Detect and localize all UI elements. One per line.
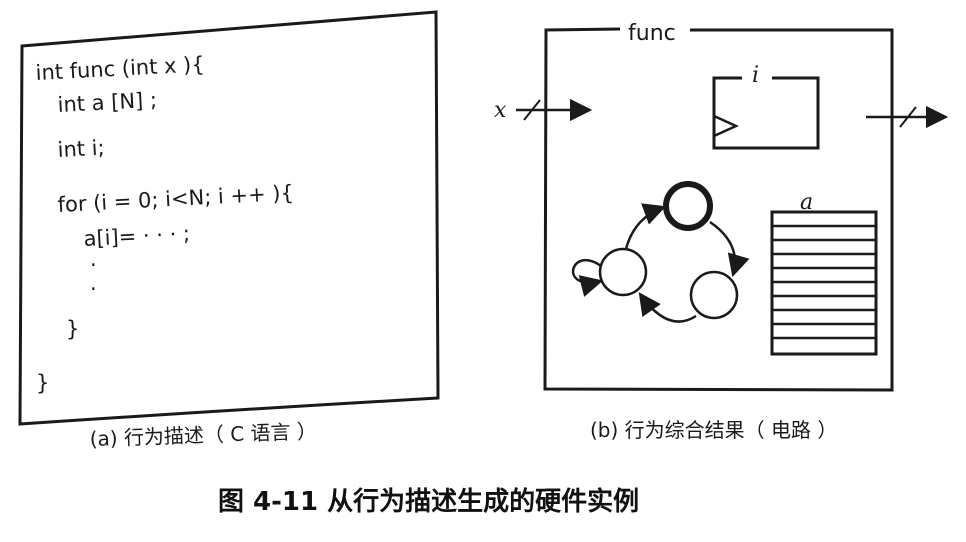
fsm-transition-2 [638, 292, 697, 323]
figure-caption: 图 4-11 从行为描述生成的硬件实例 [218, 486, 639, 517]
circuit-panel-caption: (b) 行为综合结果（ 电路 ） [590, 418, 837, 442]
code-line-3: int i; [57, 136, 105, 162]
module-name: func [628, 21, 676, 46]
register-i [712, 76, 820, 150]
fsm-state-initial [663, 181, 713, 231]
figure-canvas: int func (int x ){ int a [N] ; int i; fo… [18, 10, 949, 517]
fsm-transition-3 [624, 203, 667, 250]
fsm-self-loop [572, 258, 604, 297]
code-line-9: } [36, 371, 49, 395]
module-box [543, 27, 894, 392]
input-label: x [494, 98, 507, 123]
code-line-8: } [66, 317, 79, 341]
code-line-6: · [90, 253, 97, 277]
fsm-state-3 [598, 247, 648, 297]
fsm-state-2 [689, 270, 739, 320]
code-panel-caption: (a) 行为描述（ C 语言 ） [89, 419, 317, 451]
code-panel: int func (int x ){ int a [N] ; int i; fo… [18, 10, 440, 426]
memory-label: a [800, 190, 813, 215]
fsm-transition-1 [709, 220, 750, 278]
code-line-7: · [90, 277, 97, 301]
register-label: i [752, 63, 759, 88]
memory-rows [772, 224, 876, 340]
circuit-panel: func x i a [494, 21, 949, 392]
clock-triangle-icon [713, 114, 740, 138]
